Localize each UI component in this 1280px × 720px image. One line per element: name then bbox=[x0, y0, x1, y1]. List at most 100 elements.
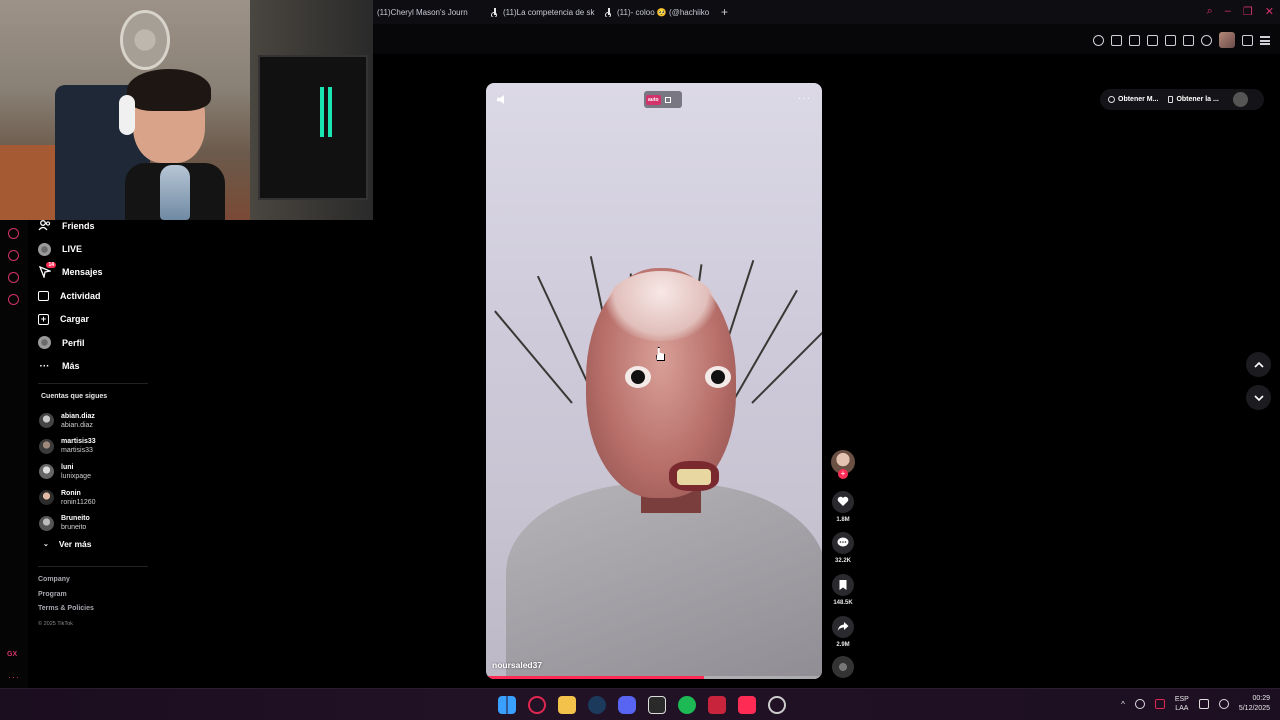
tiktok-app-icon[interactable] bbox=[738, 696, 756, 714]
like-action[interactable]: 1.8M bbox=[831, 491, 855, 523]
gx-icon[interactable]: GX bbox=[7, 651, 17, 658]
get-coins-button[interactable]: Obtener M... bbox=[1108, 96, 1158, 103]
nav-messages[interactable]: 14 Mensajes bbox=[38, 261, 158, 284]
maximize-icon[interactable]: ❐ bbox=[1243, 5, 1253, 18]
following-item[interactable]: martisis33 martisis33 bbox=[39, 434, 159, 460]
heart-icon[interactable] bbox=[1201, 34, 1212, 46]
tab-2[interactable]: (11)La competencia de sk bbox=[487, 8, 601, 17]
user-avatar[interactable] bbox=[1232, 92, 1248, 107]
chevron-up-icon bbox=[1253, 361, 1264, 368]
footer-link-terms[interactable]: Terms & Policies bbox=[38, 602, 94, 617]
nav-profile[interactable]: Perfil bbox=[38, 331, 158, 354]
clock[interactable]: 00:29 5/12/2025 bbox=[1239, 694, 1270, 714]
epic-games-icon[interactable] bbox=[648, 696, 666, 714]
download-icon[interactable] bbox=[1242, 34, 1253, 46]
next-video-button[interactable] bbox=[1246, 385, 1271, 410]
volume-tray-icon[interactable] bbox=[1218, 699, 1229, 709]
language-indicator[interactable]: ESP LAA bbox=[1175, 695, 1189, 713]
following-item[interactable]: Ronin ronin11260 bbox=[39, 485, 159, 511]
tray-chevron-icon[interactable]: ^ bbox=[1121, 700, 1125, 709]
screenshot-icon[interactable] bbox=[1129, 34, 1140, 46]
following-name: martisis33 bbox=[61, 438, 96, 446]
save-button[interactable] bbox=[832, 574, 854, 596]
webcam-pc bbox=[258, 55, 368, 200]
following-item[interactable]: luni lunixpage bbox=[39, 459, 159, 485]
tf-app-icon[interactable] bbox=[708, 696, 726, 714]
nav-label: Perfil bbox=[62, 337, 85, 348]
app-settings-icon[interactable] bbox=[768, 696, 786, 714]
shield-icon[interactable] bbox=[1147, 34, 1158, 46]
network-icon[interactable] bbox=[1198, 699, 1209, 709]
new-tab-button[interactable]: + bbox=[721, 5, 728, 19]
save-action[interactable]: 148.5K bbox=[831, 574, 855, 606]
footer-link-program[interactable]: Program bbox=[38, 588, 94, 603]
pin-icon[interactable] bbox=[1111, 34, 1122, 46]
nav-live[interactable]: LIVE bbox=[38, 237, 158, 260]
add-icon[interactable] bbox=[8, 228, 19, 239]
avatar bbox=[39, 413, 54, 429]
following-item[interactable]: abian.diaz abian.diaz bbox=[39, 408, 159, 434]
extensions-icon[interactable] bbox=[8, 272, 19, 283]
nav-activity[interactable]: Actividad bbox=[38, 284, 158, 307]
profile-avatar[interactable] bbox=[1219, 32, 1235, 48]
avatar bbox=[39, 438, 54, 454]
previous-video-button[interactable] bbox=[1246, 352, 1271, 377]
share-action[interactable]: 2.9M bbox=[831, 616, 855, 648]
following-item[interactable]: Bruneito bruneito bbox=[39, 510, 159, 536]
volume-icon[interactable] bbox=[497, 95, 504, 104]
webcam-overlay bbox=[0, 0, 373, 220]
nav-upload[interactable]: + Cargar bbox=[38, 308, 158, 331]
share-button[interactable] bbox=[832, 616, 854, 638]
video-player[interactable]: auto ··· noursaled37 bbox=[486, 83, 822, 679]
webcam-fan bbox=[120, 10, 170, 70]
minimize-icon[interactable]: – bbox=[1225, 5, 1231, 18]
following-name: luni bbox=[61, 463, 74, 471]
messages-badge: 14 bbox=[46, 261, 56, 268]
translate-icon[interactable] bbox=[1165, 34, 1176, 46]
settings-icon[interactable] bbox=[8, 294, 19, 305]
opera-gx-icon[interactable] bbox=[528, 696, 546, 714]
rail-more-icon[interactable]: ··· bbox=[8, 672, 20, 682]
nav-friends[interactable]: Friends bbox=[38, 214, 158, 237]
autoplay-toggle[interactable]: auto bbox=[644, 91, 682, 108]
close-icon[interactable]: ✕ bbox=[1265, 5, 1274, 18]
music-disc[interactable] bbox=[832, 656, 854, 678]
steam-icon[interactable] bbox=[588, 696, 606, 714]
copyright: © 2025 TikTok bbox=[38, 620, 73, 627]
clock-date: 5/12/2025 bbox=[1238, 705, 1270, 712]
nav-more[interactable]: ··· Más bbox=[38, 354, 158, 377]
footer-link-company[interactable]: Company bbox=[38, 573, 94, 588]
following-name: abian.diaz bbox=[61, 412, 95, 420]
share-count: 2.9M bbox=[836, 642, 850, 648]
file-explorer-icon[interactable] bbox=[558, 696, 576, 714]
sync-icon[interactable] bbox=[1134, 699, 1145, 709]
like-button[interactable] bbox=[832, 491, 854, 513]
video-progress-bar[interactable] bbox=[486, 676, 822, 679]
menu-icon[interactable] bbox=[1260, 35, 1270, 45]
nav-label: LIVE bbox=[62, 244, 83, 255]
get-right-label: Obtener la ... bbox=[1176, 96, 1219, 103]
tab-1[interactable]: (11)Cheryl Mason's Journ bbox=[373, 8, 487, 17]
nav-label: Más bbox=[62, 361, 80, 372]
get-app-button[interactable]: Obtener la ... bbox=[1168, 96, 1219, 103]
see-more-button[interactable]: ⌄ Ver más bbox=[43, 539, 92, 549]
taskbar-apps bbox=[498, 696, 786, 714]
follow-button[interactable]: + bbox=[838, 469, 848, 479]
comment-button[interactable] bbox=[832, 532, 854, 554]
windows-start-icon[interactable] bbox=[498, 696, 516, 714]
bookmark-icon bbox=[839, 580, 847, 590]
divider bbox=[38, 566, 148, 567]
zoom-icon[interactable] bbox=[1093, 34, 1104, 46]
picture-in-picture-icon[interactable] bbox=[664, 96, 671, 103]
history-icon[interactable] bbox=[8, 250, 19, 261]
tab-3[interactable]: (11)- coloo 🥺 (@hachiiko bbox=[601, 8, 715, 17]
discord-icon[interactable] bbox=[618, 696, 636, 714]
app-tray-icon[interactable] bbox=[1154, 699, 1165, 709]
more-options-icon[interactable]: ··· bbox=[798, 93, 811, 104]
profile-icon bbox=[38, 336, 51, 350]
comment-action[interactable]: 32.2K bbox=[831, 532, 855, 564]
search-icon[interactable]: ⌕ bbox=[1207, 5, 1213, 18]
send-icon[interactable] bbox=[1183, 34, 1194, 46]
spotify-icon[interactable] bbox=[678, 696, 696, 714]
video-username[interactable]: noursaled37 bbox=[492, 660, 542, 670]
